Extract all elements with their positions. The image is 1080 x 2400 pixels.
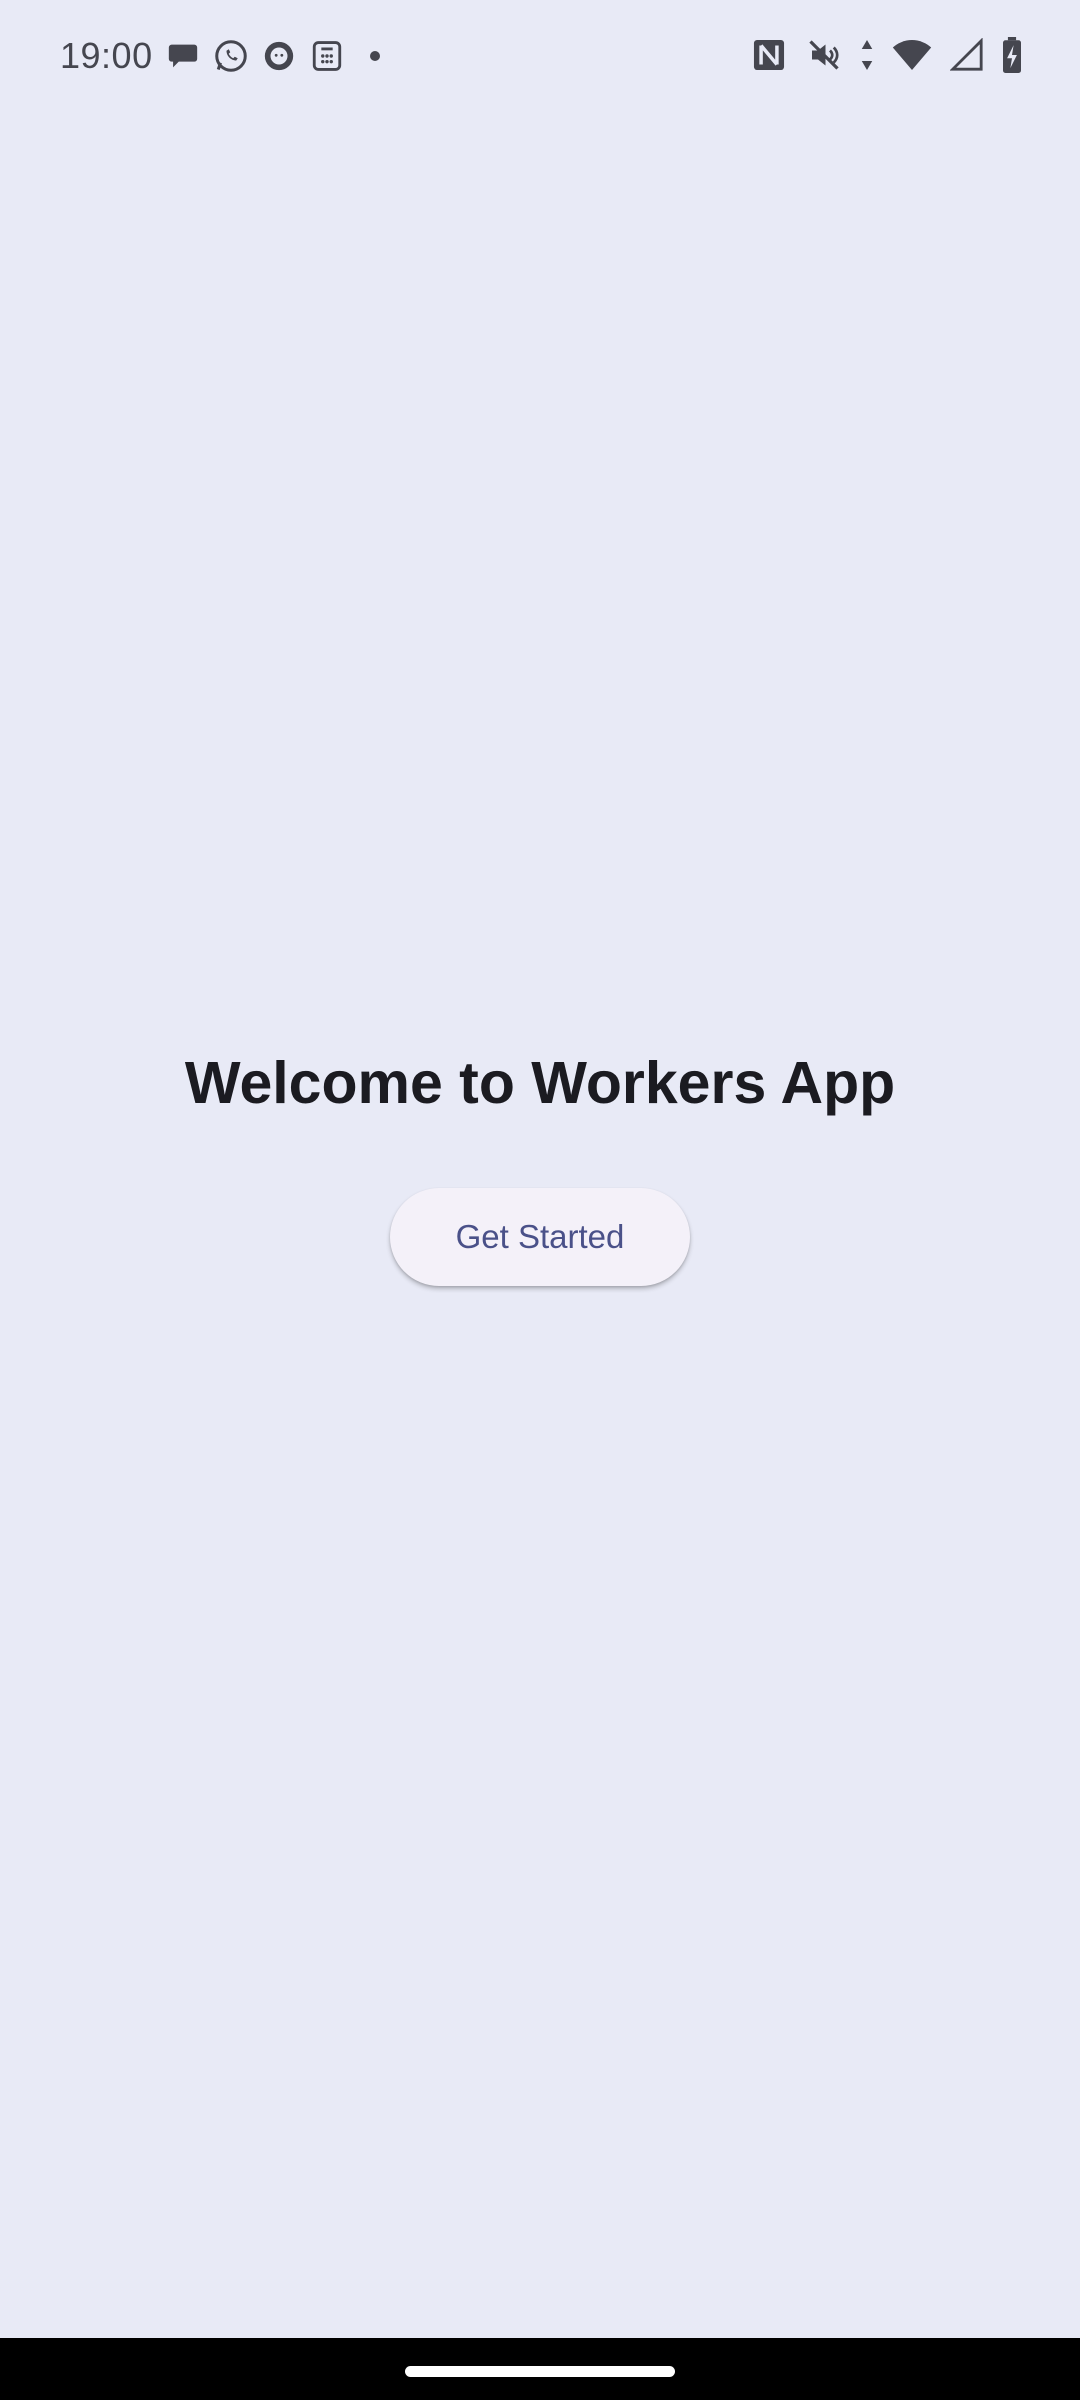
github-icon [260, 37, 298, 75]
mute-icon [806, 34, 842, 76]
nfc-icon [750, 34, 788, 76]
status-bar: 19:00 [0, 0, 1080, 110]
calculator-icon [308, 37, 346, 75]
battery-charging-icon [1002, 34, 1022, 76]
more-notifications-dot-icon [370, 51, 380, 61]
navigation-bar [0, 2338, 1080, 2400]
home-gesture-handle[interactable] [405, 2366, 675, 2377]
notification-icons [164, 36, 380, 76]
cellular-signal-icon [950, 34, 984, 76]
get-started-button[interactable]: Get Started [390, 1188, 690, 1286]
whatsapp-icon [212, 37, 250, 75]
chat-bubble-icon [164, 37, 202, 75]
data-arrows-icon [860, 34, 874, 76]
wifi-icon [892, 34, 932, 76]
system-icons [750, 34, 1022, 76]
status-time: 19:00 [60, 35, 153, 76]
welcome-title: Welcome to Workers App [184, 1050, 896, 1116]
